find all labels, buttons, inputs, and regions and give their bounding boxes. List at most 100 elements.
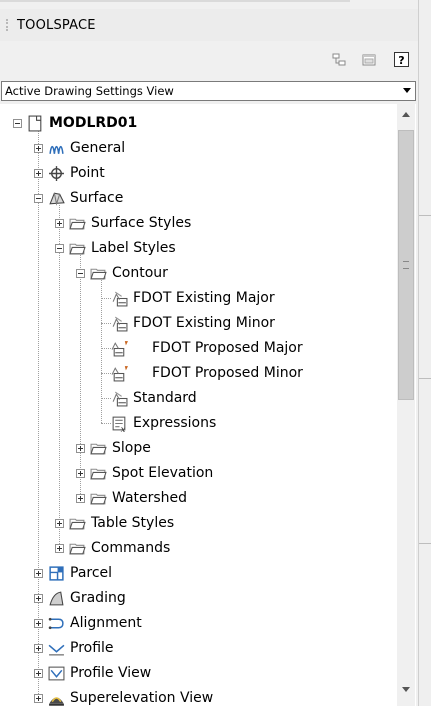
tree-node-superelevation-view[interactable]: Superelevation View	[0, 687, 392, 706]
alignment-icon	[48, 617, 64, 630]
collapse-icon[interactable]	[76, 269, 85, 278]
tree-node-root[interactable]: MODLRD01	[0, 112, 392, 136]
scroll-down-arrow-icon[interactable]	[402, 687, 410, 692]
toolspace-toolbar: ?	[0, 41, 418, 75]
tree-connector	[101, 298, 111, 299]
scrollbar-thumb[interactable]	[398, 130, 414, 400]
tree-node-expressions[interactable]: x Expressions	[0, 412, 392, 436]
tree-node-commands[interactable]: Commands	[0, 537, 392, 561]
folder-icon	[90, 468, 107, 480]
tree-connector	[101, 348, 111, 349]
tree-node-label: Grading	[70, 590, 126, 606]
expand-icon[interactable]	[55, 519, 64, 528]
tree-node-label: Surface Styles	[91, 215, 192, 231]
expand-icon[interactable]	[76, 444, 85, 453]
drawing-icon	[28, 115, 42, 132]
folder-icon	[90, 443, 107, 455]
tree-node-spot-elevation[interactable]: Spot Elevation	[0, 462, 392, 486]
expand-icon[interactable]	[55, 544, 64, 553]
tree-node-alignment[interactable]: Alignment	[0, 612, 392, 636]
tree-node-label: Spot Elevation	[112, 465, 214, 481]
tree-node-slope[interactable]: Slope	[0, 437, 392, 461]
folder-icon	[69, 518, 86, 530]
toolspace-title: TOOLSPACE	[17, 17, 96, 33]
tree-node-label: Slope	[112, 440, 151, 456]
tree-node-profile[interactable]: Profile	[0, 637, 392, 661]
grading-icon	[49, 591, 64, 606]
label-style-icon	[112, 391, 128, 407]
general-icon	[49, 145, 64, 154]
expressions-icon: x	[112, 416, 126, 432]
tree-node-label: Expressions	[133, 415, 217, 431]
collapse-icon[interactable]	[34, 194, 43, 203]
expand-icon[interactable]	[34, 619, 43, 628]
parcel-icon	[49, 566, 64, 581]
view-selector-value: Active Drawing Settings View	[5, 84, 174, 98]
tree-node-label: Alignment	[70, 615, 142, 631]
tree-node-label: General	[70, 140, 126, 156]
tree-node-label: Superelevation View	[70, 690, 214, 706]
dropdown-arrow-icon	[403, 88, 411, 93]
expand-icon[interactable]	[76, 494, 85, 503]
svg-text:x: x	[121, 425, 126, 432]
tree-node-label: FDOT Proposed Major	[152, 340, 303, 356]
label-style-icon	[112, 316, 128, 332]
tree-node-parcel[interactable]: Parcel	[0, 562, 392, 586]
tree-node-watershed[interactable]: Watershed	[0, 487, 392, 511]
expand-icon[interactable]	[34, 169, 43, 178]
tree-node-point[interactable]: Point	[0, 162, 392, 186]
tree-node-grading[interactable]: Grading	[0, 587, 392, 611]
tree-node-surface-styles[interactable]: Surface Styles	[0, 212, 392, 236]
folder-icon	[69, 543, 86, 555]
tree-connector	[101, 373, 111, 374]
tree-node-label: Table Styles	[91, 515, 175, 531]
tree-node-contour[interactable]: Contour	[0, 262, 392, 286]
label-style-flag-icon	[111, 366, 128, 382]
expand-icon[interactable]	[55, 219, 64, 228]
toolspace-side-tabs	[418, 0, 431, 706]
tree-node-label-styles[interactable]: Label Styles	[0, 237, 392, 261]
tree-structure-icon[interactable]	[332, 53, 346, 67]
expand-icon[interactable]	[34, 144, 43, 153]
help-button[interactable]: ?	[394, 52, 409, 67]
tree-node-general[interactable]: General	[0, 137, 392, 161]
tree-node-fdot-proposed-major[interactable]: FDOT Proposed Major	[0, 337, 392, 361]
side-tab-divider	[419, 215, 431, 216]
view-selector-dropdown[interactable]: Active Drawing Settings View	[1, 81, 416, 101]
tree-node-label: Surface	[70, 190, 124, 206]
tree-node-label: Point	[70, 165, 105, 181]
expand-icon[interactable]	[76, 469, 85, 478]
tree-connector	[101, 423, 111, 424]
collapse-icon[interactable]	[13, 119, 22, 128]
expand-icon[interactable]	[34, 569, 43, 578]
tree-node-surface[interactable]: Surface	[0, 187, 392, 211]
expand-icon[interactable]	[34, 694, 43, 703]
tree-scrollbar[interactable]	[397, 104, 415, 706]
tree-node-label: FDOT Proposed Minor	[152, 365, 303, 381]
panel-view-icon[interactable]	[362, 53, 376, 67]
settings-tree: MODLRD01 General Point Surface Surface Style…	[0, 104, 416, 706]
scroll-up-arrow-icon[interactable]	[402, 112, 410, 117]
expand-icon[interactable]	[34, 594, 43, 603]
top-strip-segment	[0, 0, 350, 2]
tree-node-fdot-proposed-minor[interactable]: FDOT Proposed Minor	[0, 362, 392, 386]
tree-node-profile-view[interactable]: Profile View	[0, 662, 392, 686]
side-tab-divider	[419, 543, 431, 544]
toolspace-titlebar[interactable]: TOOLSPACE	[0, 9, 418, 41]
point-icon	[49, 166, 64, 181]
drag-grip-icon[interactable]	[6, 19, 11, 31]
tree-node-label: Parcel	[70, 565, 113, 581]
tree-node-fdot-existing-minor[interactable]: FDOT Existing Minor	[0, 312, 392, 336]
tree-node-table-styles[interactable]: Table Styles	[0, 512, 392, 536]
tree-node-standard[interactable]: Standard	[0, 387, 392, 411]
side-tab-divider	[419, 378, 431, 379]
tree-node-fdot-existing-major[interactable]: FDOT Existing Major	[0, 287, 392, 311]
tree-node-label: Commands	[91, 540, 171, 556]
profile-icon	[48, 644, 65, 656]
expand-icon[interactable]	[34, 669, 43, 678]
collapse-icon[interactable]	[55, 244, 64, 253]
superelevation-icon	[49, 697, 64, 706]
expand-icon[interactable]	[34, 644, 43, 653]
top-strip	[0, 0, 431, 9]
tree-node-label: Watershed	[112, 490, 188, 506]
